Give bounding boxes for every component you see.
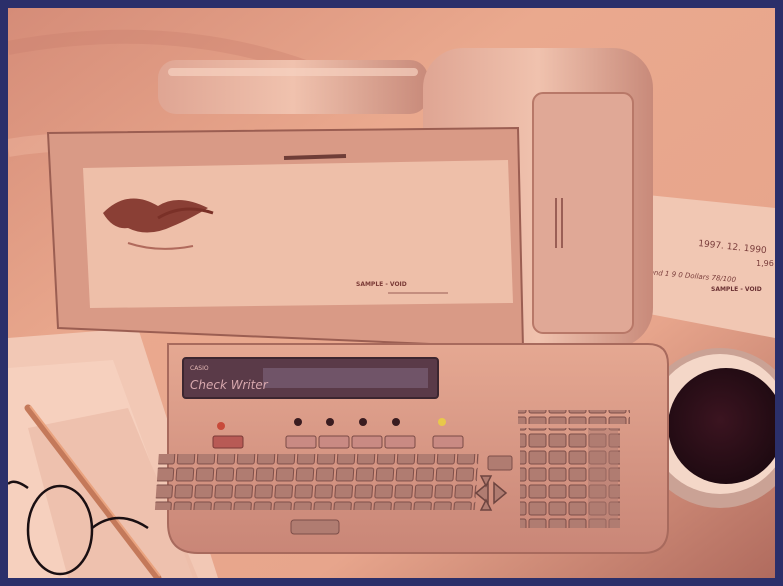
photo: 1997. 12. 1990 1,96 Joes and 1 9 0 Dolla… xyxy=(8,8,775,578)
power-light-icon xyxy=(217,422,225,430)
paper-check-amount: 1,96 xyxy=(756,259,774,268)
check-tray: SAMPLE - VOID xyxy=(46,126,525,350)
photo-frame: 1997. 12. 1990 1,96 Joes and 1 9 0 Dolla… xyxy=(0,0,783,586)
check-void-text: SAMPLE - VOID xyxy=(356,281,407,288)
space-key xyxy=(290,519,340,535)
paper-check-void: SAMPLE - VOID xyxy=(711,286,762,293)
model-label: Check Writer xyxy=(190,378,269,392)
brand-label: CASIO xyxy=(190,365,209,372)
status-light-icon xyxy=(438,418,446,426)
